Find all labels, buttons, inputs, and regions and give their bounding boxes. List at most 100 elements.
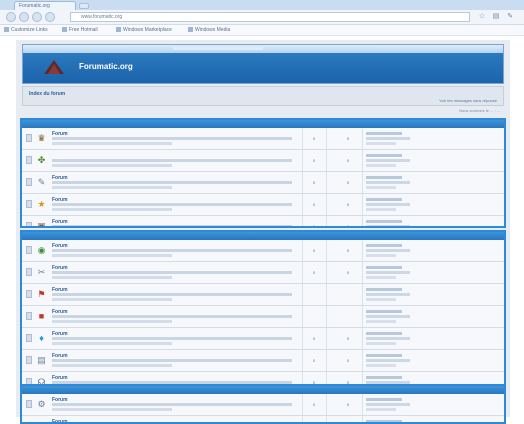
posts-count: 0 [346, 336, 350, 341]
posts-count: 0 [346, 248, 350, 253]
bookmark-item[interactable]: Customize Links [4, 26, 48, 34]
last-post-info [366, 181, 410, 184]
last-post-info[interactable] [366, 244, 402, 247]
topics-count: 0 [312, 180, 316, 185]
column-divider [362, 284, 363, 305]
topics-count: 0 [312, 270, 316, 275]
column-divider [326, 328, 327, 349]
column-divider [362, 328, 363, 349]
forum-status-icon [26, 200, 32, 208]
forum-row[interactable]: ✤ 0 0 [22, 150, 504, 172]
posts-count: 0 [346, 270, 350, 275]
bookmark-item[interactable]: Windows Marketplace [116, 26, 172, 34]
forum-row[interactable]: ▤ Forum 0 0 [22, 350, 504, 372]
forum-description [52, 137, 292, 140]
new-tab-button[interactable] [79, 3, 89, 9]
breadcrumb: Index du forum Voir les messages sans ré… [22, 86, 504, 106]
page-menu-icon[interactable]: ▤ [492, 13, 500, 21]
forward-button[interactable] [19, 12, 29, 22]
forum-description [52, 342, 172, 345]
last-post-info[interactable] [366, 376, 402, 379]
last-post-info[interactable] [366, 354, 402, 357]
topics-count: 0 [312, 202, 316, 207]
forum-category: ♛ Forum 0 0 ✤ 0 0 ✎ Forum 0 0 ★ Forum 0 0 ▣ Forum 0 0 [20, 118, 506, 228]
last-post-info[interactable] [366, 398, 402, 401]
forum-row[interactable]: ⚙ Forum 0 0 [22, 394, 504, 416]
forum-row[interactable]: ▤Forum [22, 416, 504, 422]
column-divider [302, 172, 303, 193]
forum-description [52, 164, 172, 167]
home-button[interactable] [45, 12, 55, 22]
back-button[interactable] [6, 12, 16, 22]
column-divider [302, 216, 303, 226]
last-post-info[interactable] [366, 176, 402, 179]
last-post-info[interactable] [366, 266, 402, 269]
column-divider [326, 262, 327, 283]
last-post-info[interactable] [366, 198, 402, 201]
last-post-info [366, 315, 410, 318]
image-icon: ▣ [37, 221, 46, 228]
topics-count: 0 [312, 336, 316, 341]
web-page: Forumatic.org Index du forum Voir les me… [0, 36, 524, 424]
browser-tab[interactable]: Forumatic.org [14, 1, 76, 10]
forum-category: ⚙ Forum 0 0 ▤Forum [20, 384, 506, 424]
forum-row[interactable]: ♦ Forum 0 0 [22, 328, 504, 350]
last-post-info [366, 359, 410, 362]
last-post-info[interactable] [366, 288, 402, 291]
forum-description [52, 320, 172, 323]
column-divider [302, 328, 303, 349]
browser-tabstrip: Forumatic.org [0, 0, 524, 10]
column-divider [302, 350, 303, 371]
forum-description [52, 249, 292, 252]
forum-row[interactable]: ▣ Forum 0 0 [22, 216, 504, 228]
forum-row[interactable]: ✂ Forum 0 0 [22, 262, 504, 284]
forum-row[interactable]: ◉ Forum 0 0 [22, 240, 504, 262]
last-post-info[interactable] [366, 310, 402, 313]
breadcrumb-index-link[interactable]: Index du forum [29, 91, 65, 97]
forum-description [52, 408, 172, 411]
column-divider [362, 194, 363, 215]
column-divider [326, 150, 327, 171]
forum-row[interactable]: ✎ Forum 0 0 [22, 172, 504, 194]
address-bar[interactable]: www.forumatic.org [70, 12, 470, 22]
column-divider [362, 150, 363, 171]
topics-count: 0 [312, 224, 316, 228]
browser-navbar: www.forumatic.org ☆ ▤ ✎ [0, 10, 524, 25]
bookmarks-bar: Customize Links Free Hotmail Windows Mar… [0, 25, 524, 36]
last-post-info [366, 164, 396, 167]
unanswered-link[interactable]: Voir les messages sans réponse [439, 98, 497, 103]
forum-row[interactable]: ⚑ Forum [22, 284, 504, 306]
last-post-info[interactable] [366, 154, 402, 157]
forum-row[interactable]: ♛ Forum 0 0 [22, 128, 504, 150]
topics-count: 0 [312, 402, 316, 407]
column-divider [362, 128, 363, 149]
site-title[interactable]: Forumatic.org [79, 62, 133, 71]
posts-count: 0 [346, 180, 350, 185]
column-divider [362, 262, 363, 283]
forum-description [52, 271, 292, 274]
last-post-info[interactable] [366, 332, 402, 335]
bookmark-item[interactable]: Windows Media [188, 26, 230, 34]
forum-title-link[interactable]: Forum [52, 419, 68, 422]
forum-status-icon [26, 400, 32, 408]
last-post-info[interactable] [366, 220, 402, 223]
column-divider [362, 350, 363, 371]
forum-row[interactable]: ■ Forum [22, 306, 504, 328]
forum-status-icon [26, 268, 32, 276]
bookmark-star-icon[interactable]: ☆ [478, 13, 486, 21]
bookmark-item[interactable]: Free Hotmail [62, 26, 98, 34]
forum-description [52, 159, 292, 162]
site-logo-icon[interactable] [43, 59, 65, 75]
reload-button[interactable] [32, 12, 42, 22]
gear-icon: ⚙ [37, 399, 46, 409]
column-divider [302, 194, 303, 215]
last-post-info [366, 254, 396, 257]
forum-description [52, 254, 172, 257]
drop-icon: ♦ [39, 333, 44, 343]
column-divider [302, 240, 303, 261]
wrench-icon[interactable]: ✎ [506, 13, 514, 21]
forum-row[interactable]: ★ Forum 0 0 [22, 194, 504, 216]
last-post-info[interactable] [366, 420, 402, 422]
last-post-info[interactable] [366, 132, 402, 135]
column-divider [326, 216, 327, 226]
